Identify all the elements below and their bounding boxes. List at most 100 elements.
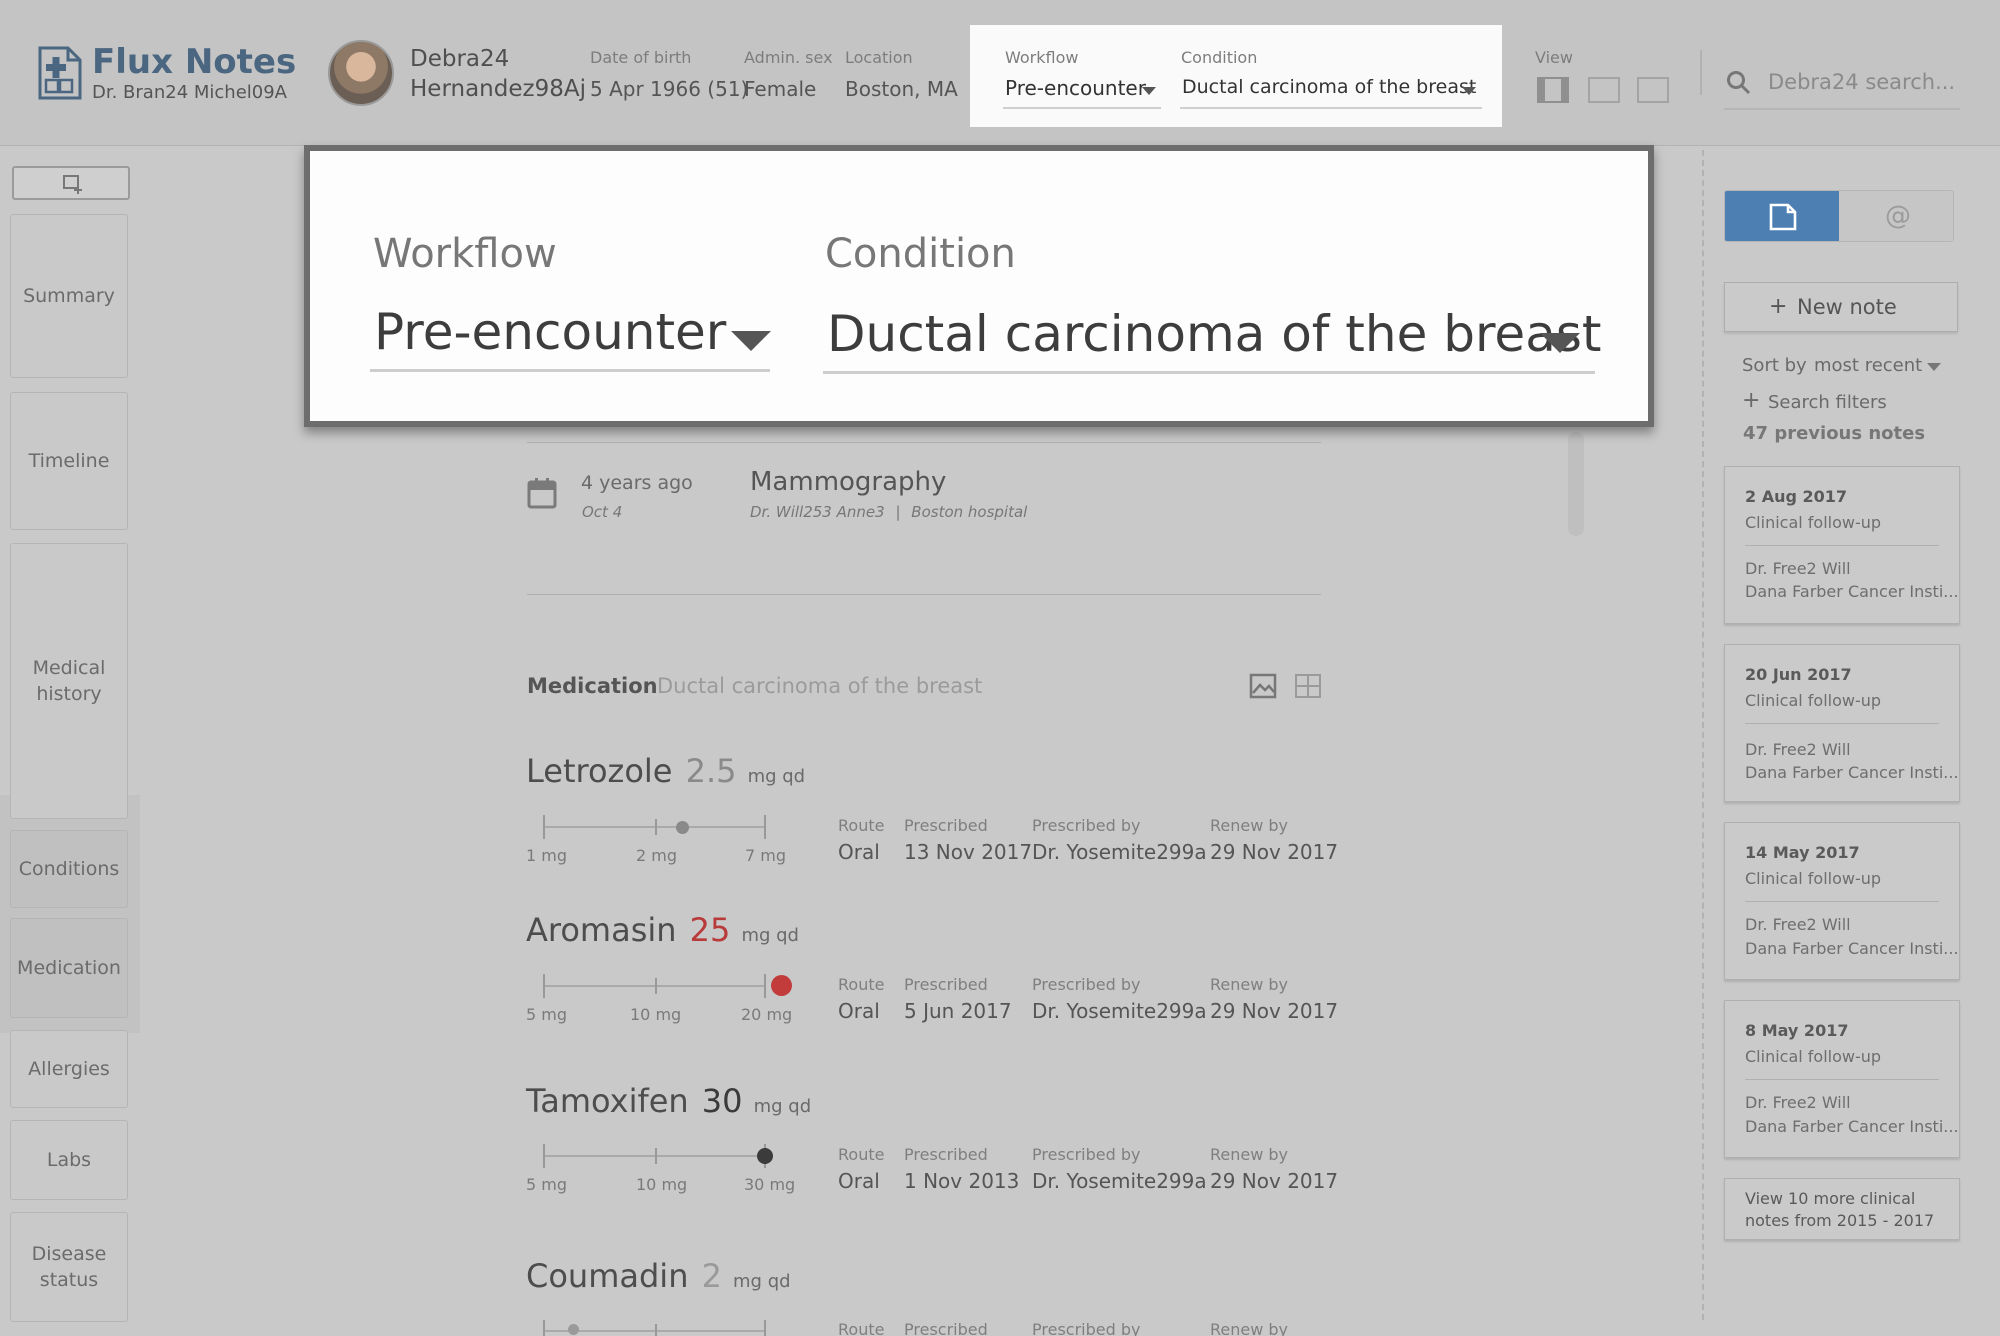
location-label: Location xyxy=(845,48,913,67)
note-organization: Dana Farber Cancer Insti... xyxy=(1745,1117,1959,1136)
sidebar-item-label: Medical history xyxy=(32,657,106,705)
patient-search-input[interactable]: Debra24 search... xyxy=(1724,64,1960,110)
sidebar-item-label: Conditions xyxy=(18,858,120,880)
prescribed-label: Prescribed xyxy=(904,816,988,835)
renew-value: 29 Nov 2017 xyxy=(1210,840,1339,864)
view-more-notes-button[interactable]: View 10 more clinical notes from 2015 - … xyxy=(1724,1178,1960,1240)
prescribed-by-label: Prescribed by xyxy=(1032,1320,1141,1336)
note-icon xyxy=(1769,203,1797,231)
note-card[interactable]: 14 May 2017 Clinical follow-up Dr. Free2… xyxy=(1724,822,1960,980)
dose-tick-label: 10 mg xyxy=(630,1005,682,1024)
tab-notes[interactable] xyxy=(1725,191,1839,241)
note-date: 14 May 2017 xyxy=(1745,843,1860,862)
new-note-button[interactable]: + New note xyxy=(1724,282,1958,332)
sidebar-item-label: Summary xyxy=(23,285,115,307)
route-label: Route xyxy=(838,1145,885,1164)
header-workflow-dropdown[interactable]: Pre-encounter xyxy=(1003,73,1161,109)
condition-dropdown[interactable]: Ductal carcinoma of the breast xyxy=(823,291,1602,377)
sidebar-item-conditions[interactable]: Conditions xyxy=(10,830,128,908)
view-full-icon[interactable] xyxy=(1537,77,1569,103)
dropdown-underline xyxy=(1003,107,1161,109)
image-view-icon[interactable] xyxy=(1249,673,1277,699)
dose-marker xyxy=(568,1324,579,1335)
note-card[interactable]: 2 Aug 2017 Clinical follow-up Dr. Free2 … xyxy=(1724,466,1960,624)
sidebar-item-summary[interactable]: Summary xyxy=(10,214,128,378)
at-sign-icon: @ xyxy=(1885,201,1911,231)
note-type: Clinical follow-up xyxy=(1745,513,1882,532)
dose-tick-label: 7 mg xyxy=(745,846,787,865)
medication-dose: 2 xyxy=(701,1257,722,1295)
note-organization: Dana Farber Cancer Insti... xyxy=(1745,582,1959,601)
view-split-icon[interactable] xyxy=(1588,77,1620,103)
medication-row-letrozole: Letrozole 2.5 mg qd xyxy=(526,752,805,790)
medication-name: Letrozole xyxy=(526,752,673,790)
sidebar-item-label: Timeline xyxy=(28,450,110,472)
route-value: Oral xyxy=(838,999,880,1023)
header-workflow-label: Workflow xyxy=(1005,48,1079,67)
sidebar-item-allergies[interactable]: Allergies xyxy=(10,1030,128,1108)
sidebar-item-label: Medication xyxy=(17,957,121,979)
header-condition-dropdown[interactable]: Ductal carcinoma of the breast xyxy=(1180,73,1482,109)
note-card[interactable]: 20 Jun 2017 Clinical follow-up Dr. Free2… xyxy=(1724,644,1960,802)
sidebar-item-medication[interactable]: Medication xyxy=(10,918,128,1018)
header-divider xyxy=(1700,50,1702,95)
note-type: Clinical follow-up xyxy=(1745,1047,1882,1066)
new-note-view-button[interactable] xyxy=(12,166,130,200)
workflow-condition-panel: Workflow Pre-encounter Condition Ductal … xyxy=(970,25,1502,127)
dose-tick xyxy=(655,1324,657,1336)
view-more-line1: View 10 more clinical xyxy=(1745,1189,1916,1208)
view-right-icon[interactable] xyxy=(1637,77,1669,103)
sort-dropdown[interactable]: most recent xyxy=(1812,352,1952,380)
sidebar-item-medical-history[interactable]: Medical history xyxy=(10,543,128,819)
renew-value: 29 Nov 2017 xyxy=(1210,1169,1339,1193)
note-type: Clinical follow-up xyxy=(1745,869,1882,888)
dose-tick-label: 5 mg xyxy=(526,1175,568,1194)
procedure-separator: | xyxy=(895,503,901,521)
plus-icon: + xyxy=(1769,294,1788,319)
notes-tab-group: @ xyxy=(1724,190,1954,242)
tab-mentions[interactable]: @ xyxy=(1839,191,1953,241)
note-card[interactable]: 8 May 2017 Clinical follow-up Dr. Free2 … xyxy=(1724,1000,1960,1158)
renew-value: 29 Nov 2017 xyxy=(1210,999,1339,1023)
patient-first-name: Debra24 xyxy=(410,46,510,72)
note-author: Dr. Free2 Will xyxy=(1745,740,1851,759)
header-condition-label: Condition xyxy=(1181,48,1258,67)
medication-name: Coumadin xyxy=(526,1257,689,1295)
prescribed-by-label: Prescribed by xyxy=(1032,1145,1141,1164)
workflow-label: Workflow xyxy=(373,231,557,277)
note-date: 2 Aug 2017 xyxy=(1745,487,1848,506)
sort-by-label: Sort by xyxy=(1742,355,1807,376)
dose-tick xyxy=(655,819,657,835)
dose-tick-label: 2 mg xyxy=(636,846,678,865)
medication-name: Aromasin xyxy=(526,911,677,949)
medication-unit: mg qd xyxy=(753,1096,812,1117)
sidebar-item-labs[interactable]: Labs xyxy=(10,1120,128,1200)
search-placeholder: Debra24 search... xyxy=(1768,70,1956,94)
prescribed-by-label: Prescribed by xyxy=(1032,975,1141,994)
dose-tick-label: 1 mg xyxy=(526,846,568,865)
prescribed-by-value: Dr. Yosemite299a xyxy=(1032,1169,1207,1193)
medication-unit: mg qd xyxy=(747,766,806,787)
note-date: 20 Jun 2017 xyxy=(1745,665,1852,684)
prescribed-label: Prescribed xyxy=(904,1320,988,1336)
route-value: Oral xyxy=(838,1169,880,1193)
workflow-dropdown[interactable]: Pre-encounter xyxy=(370,291,771,375)
prescribed-value: 1 Nov 2013 xyxy=(904,1169,1020,1193)
sidebar-item-timeline[interactable]: Timeline xyxy=(10,392,128,530)
dose-tick-label: 20 mg xyxy=(741,1005,793,1024)
renew-label: Renew by xyxy=(1210,1320,1289,1336)
medication-dose: 2.5 xyxy=(685,752,737,790)
medication-row-tamoxifen: Tamoxifen 30 mg qd xyxy=(526,1082,811,1120)
sidebar-item-disease-status[interactable]: Disease status xyxy=(10,1212,128,1322)
route-value: Oral xyxy=(838,840,880,864)
dose-marker xyxy=(757,1148,773,1164)
medication-section-title: Medication xyxy=(527,674,658,698)
scrollbar-thumb[interactable] xyxy=(1568,432,1584,536)
divider xyxy=(527,442,1321,443)
chevron-down-icon xyxy=(1142,87,1156,95)
dose-tick xyxy=(764,815,766,839)
search-filters-button[interactable]: + Search filters xyxy=(1742,388,1942,416)
dose-tick-label: 5 mg xyxy=(526,1005,568,1024)
grid-view-icon[interactable] xyxy=(1294,673,1322,699)
divider xyxy=(1745,901,1939,902)
